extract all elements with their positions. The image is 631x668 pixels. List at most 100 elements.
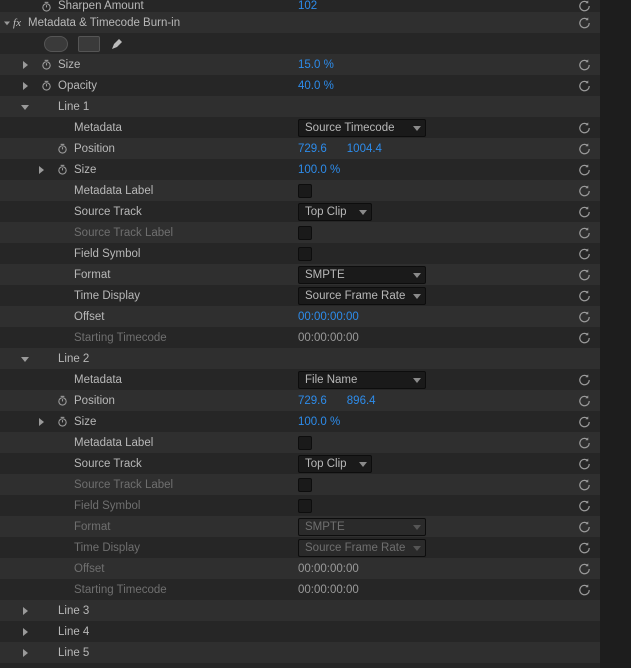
timecode-value[interactable]: 00:00:00:00: [298, 311, 359, 323]
position-y[interactable]: 1004.4: [347, 143, 382, 155]
rect-mask-button[interactable]: [78, 36, 100, 52]
param-value[interactable]: 100.0 %: [298, 164, 340, 176]
timecode-value: 00:00:00:00: [298, 563, 359, 575]
param-row: Metadata Label: [0, 432, 600, 453]
side-strip: [600, 0, 631, 668]
checkbox[interactable]: [298, 226, 312, 240]
param-label: Offset: [74, 563, 104, 575]
reset-icon[interactable]: [577, 185, 592, 197]
param-value[interactable]: 15.0 %: [298, 59, 334, 71]
param-row: Field Symbol: [0, 495, 600, 516]
reset-icon[interactable]: [577, 227, 592, 239]
metadata-dropdown[interactable]: Source Timecode: [298, 119, 426, 137]
disclosure-right-icon[interactable]: [20, 81, 30, 91]
checkbox[interactable]: [298, 184, 312, 198]
reset-icon[interactable]: [577, 0, 592, 12]
stopwatch-icon[interactable]: [56, 143, 68, 155]
reset-icon[interactable]: [577, 248, 592, 260]
source-track-dropdown[interactable]: Top Clip: [298, 203, 372, 221]
effects-panel: Sharpen Amount 102 fx Metadata & Timecod…: [0, 0, 600, 663]
reset-icon[interactable]: [577, 521, 592, 533]
reset-icon[interactable]: [577, 479, 592, 491]
param-row-sharpen: Sharpen Amount 102: [0, 0, 600, 12]
position-x[interactable]: 729.6: [298, 395, 327, 407]
param-value[interactable]: 40.0 %: [298, 80, 334, 92]
param-row: Metadata Source Timecode: [0, 117, 600, 138]
reset-icon[interactable]: [577, 143, 592, 155]
param-label: Time Display: [74, 542, 140, 554]
reset-icon[interactable]: [577, 584, 592, 596]
param-label: Size: [58, 59, 80, 71]
dropdown-value: SMPTE: [305, 269, 345, 281]
param-label: Offset: [74, 311, 104, 323]
reset-icon[interactable]: [577, 437, 592, 449]
param-row: Position 729.6 896.4: [0, 390, 600, 411]
reset-icon[interactable]: [577, 563, 592, 575]
reset-icon[interactable]: [577, 416, 592, 428]
disclosure-right-icon[interactable]: [36, 165, 46, 175]
group-line1: Line 1: [0, 96, 600, 117]
stopwatch-icon[interactable]: [40, 80, 52, 92]
param-value[interactable]: 100.0 %: [298, 416, 340, 428]
effect-title: Metadata & Timecode Burn-in: [28, 17, 180, 29]
reset-icon[interactable]: [577, 332, 592, 344]
disclosure-right-icon[interactable]: [20, 60, 30, 70]
reset-icon[interactable]: [577, 269, 592, 281]
reset-icon[interactable]: [577, 59, 592, 71]
group-line2: Line 2: [0, 348, 600, 369]
checkbox[interactable]: [298, 478, 312, 492]
param-label: Time Display: [74, 290, 140, 302]
checkbox[interactable]: [298, 436, 312, 450]
disclosure-down-icon[interactable]: [20, 102, 30, 112]
reset-icon[interactable]: [577, 458, 592, 470]
checkbox[interactable]: [298, 499, 312, 513]
param-label: Size: [74, 416, 96, 428]
time-display-dropdown[interactable]: Source Frame Rate: [298, 287, 426, 305]
reset-icon[interactable]: [577, 290, 592, 302]
source-track-dropdown[interactable]: Top Clip: [298, 455, 372, 473]
metadata-dropdown[interactable]: File Name: [298, 371, 426, 389]
reset-icon[interactable]: [577, 17, 592, 29]
reset-icon[interactable]: [577, 395, 592, 407]
effect-header: fx Metadata & Timecode Burn-in: [0, 12, 600, 33]
checkbox[interactable]: [298, 247, 312, 261]
stopwatch-icon[interactable]: [40, 0, 52, 12]
param-label: Source Track: [74, 458, 142, 470]
reset-icon[interactable]: [577, 500, 592, 512]
param-label: Metadata Label: [74, 437, 153, 449]
disclosure-right-icon[interactable]: [36, 417, 46, 427]
dropdown-value: Source Frame Rate: [305, 542, 405, 554]
position-x[interactable]: 729.6: [298, 143, 327, 155]
param-label: Format: [74, 269, 110, 281]
group-label: Line 5: [58, 647, 89, 659]
disclosure-right-icon[interactable]: [20, 627, 30, 637]
reset-icon[interactable]: [577, 311, 592, 323]
disclosure-down-icon[interactable]: [20, 354, 30, 364]
disclosure-right-icon[interactable]: [20, 648, 30, 658]
stopwatch-icon[interactable]: [56, 395, 68, 407]
param-value[interactable]: 102: [298, 0, 317, 12]
stopwatch-icon[interactable]: [56, 164, 68, 176]
reset-icon[interactable]: [577, 122, 592, 134]
stopwatch-icon[interactable]: [40, 59, 52, 71]
reset-icon[interactable]: [577, 374, 592, 386]
disclosure-right-icon[interactable]: [20, 606, 30, 616]
reset-icon[interactable]: [577, 164, 592, 176]
format-dropdown[interactable]: SMPTE: [298, 266, 426, 284]
position-y[interactable]: 896.4: [347, 395, 376, 407]
timecode-value: 00:00:00:00: [298, 584, 359, 596]
dropdown-value: Source Frame Rate: [305, 290, 405, 302]
reset-icon[interactable]: [577, 542, 592, 554]
chevron-down-icon: [413, 523, 421, 531]
ellipse-mask-button[interactable]: [44, 36, 68, 52]
reset-icon[interactable]: [577, 206, 592, 218]
disclosure-down-icon[interactable]: [0, 18, 10, 28]
param-label: Starting Timecode: [74, 332, 167, 344]
chevron-down-icon: [359, 208, 367, 216]
pen-mask-icon[interactable]: [110, 37, 124, 51]
param-row: Source Track Top Clip: [0, 201, 600, 222]
chevron-down-icon: [413, 376, 421, 384]
reset-icon[interactable]: [577, 80, 592, 92]
stopwatch-icon[interactable]: [56, 416, 68, 428]
fx-badge-icon[interactable]: fx: [10, 17, 24, 29]
